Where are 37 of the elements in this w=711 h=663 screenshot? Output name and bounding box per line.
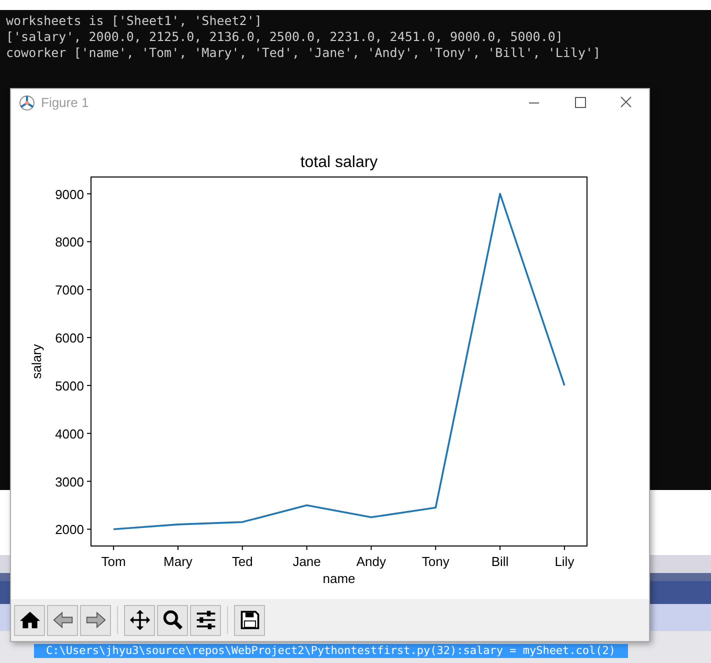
search-icon — [162, 609, 184, 631]
x-tick-label: Tony — [422, 554, 450, 569]
y-tick-label: 9000 — [55, 186, 84, 202]
forward-button[interactable] — [80, 604, 111, 636]
x-tick-label: Bill — [491, 554, 509, 569]
chart-title: total salary — [300, 154, 378, 171]
save-button[interactable] — [234, 604, 265, 636]
app-icon — [19, 94, 35, 110]
configure-button[interactable] — [190, 604, 221, 636]
y-tick-label: 8000 — [55, 234, 84, 250]
x-tick-label: Tom — [101, 554, 126, 569]
back-button[interactable] — [47, 604, 78, 636]
move-icon — [128, 609, 150, 631]
home-button[interactable] — [14, 604, 45, 636]
y-tick-label: 2000 — [55, 522, 84, 538]
left-arrow-icon — [52, 609, 74, 631]
x-tick-label: Mary — [164, 554, 192, 569]
y-axis-label: salary — [29, 344, 44, 379]
y-tick-label: 4000 — [55, 426, 84, 442]
console-line: coworker ['name', 'Tom', 'Mary', 'Ted', 'Jane', 'Andy', 'Tony', 'Bill', 'Lily'] — [6, 45, 601, 61]
x-tick-label: Andy — [356, 554, 386, 569]
home-icon — [18, 609, 40, 631]
pan-button[interactable] — [124, 604, 155, 636]
x-tick-label: Ted — [232, 554, 253, 569]
x-tick-label: Jane — [292, 554, 321, 569]
right-arrow-icon — [84, 609, 106, 631]
x-tick-label: Lily — [554, 554, 574, 569]
sliders-icon — [194, 609, 216, 631]
y-tick-label: 3000 — [55, 474, 84, 490]
console-line: worksheets is ['Sheet1', 'Sheet2'] — [6, 13, 262, 29]
y-tick-label: 7000 — [55, 282, 84, 298]
zoom-button[interactable] — [157, 604, 188, 636]
console-line: ['salary', 2000.0, 2125.0, 2136.0, 2500.0, 2231.0, 2451.0, 9000.0, 5000.0] — [6, 29, 563, 45]
window-title: Figure 1 — [41, 94, 89, 112]
x-axis-label: name — [322, 571, 356, 586]
y-tick-label: 5000 — [55, 378, 84, 394]
y-tick-label: 6000 — [55, 330, 84, 346]
